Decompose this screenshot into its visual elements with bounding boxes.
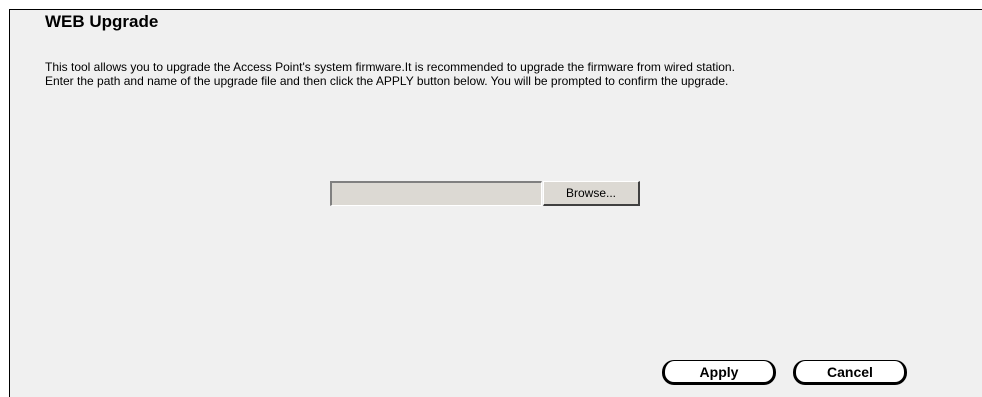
browse-button[interactable]: Browse... <box>543 181 640 206</box>
upgrade-description: This tool allows you to upgrade the Acce… <box>45 60 915 88</box>
page-title: WEB Upgrade <box>45 12 159 31</box>
file-upload-row: Browse... <box>330 181 640 206</box>
description-line-1: This tool allows you to upgrade the Acce… <box>45 60 735 74</box>
cancel-button[interactable]: Cancel <box>793 360 907 385</box>
upgrade-file-path-input[interactable] <box>330 181 542 206</box>
description-line-2: Enter the path and name of the upgrade f… <box>45 73 729 88</box>
apply-button[interactable]: Apply <box>662 360 776 385</box>
